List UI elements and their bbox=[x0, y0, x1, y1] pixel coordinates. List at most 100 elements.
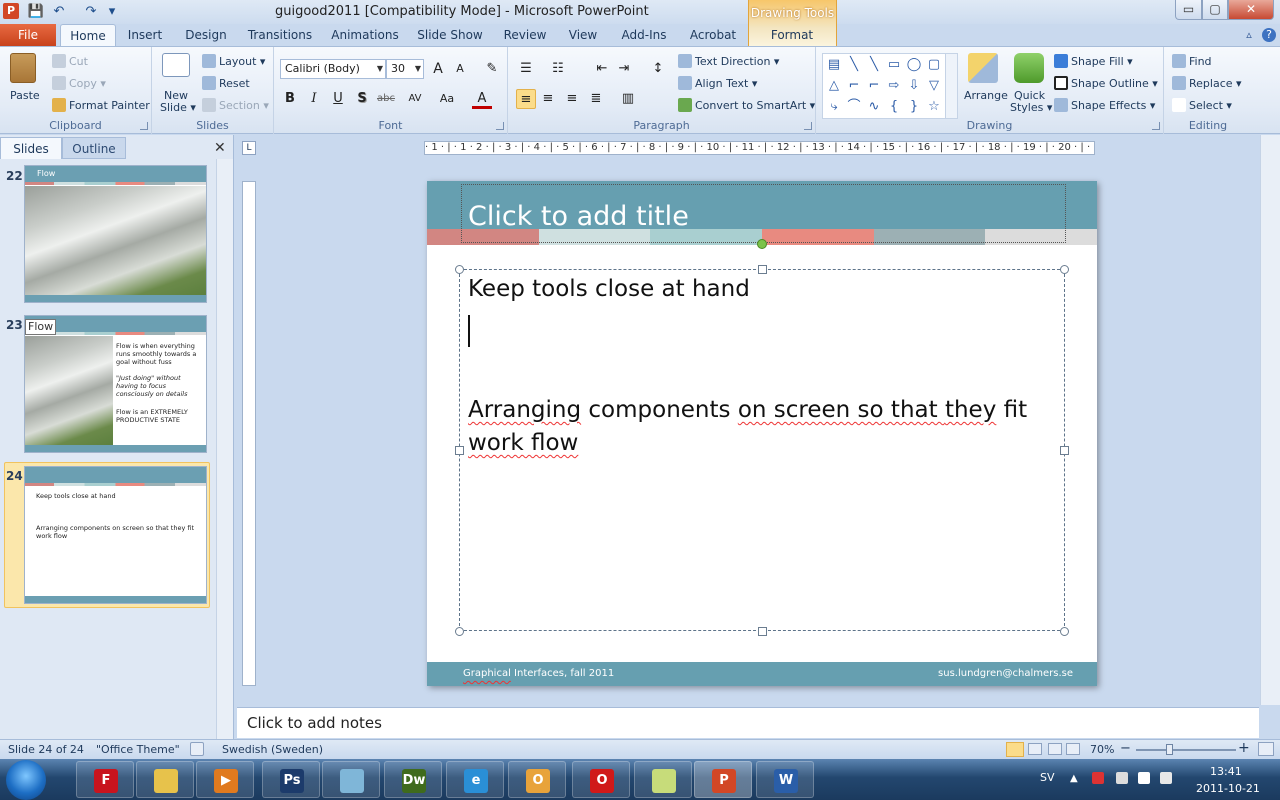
convert-smartart-button[interactable]: Convert to SmartArt ▾ bbox=[678, 98, 815, 112]
drawing-launcher-icon[interactable] bbox=[1152, 122, 1160, 130]
layout-button[interactable]: Layout ▾ bbox=[202, 54, 265, 68]
shape-elbow-arrow-icon[interactable]: ⌐ bbox=[865, 77, 883, 95]
taskbar-opera[interactable]: O bbox=[572, 761, 630, 798]
quick-styles-dropdown[interactable]: Styles ▾ bbox=[1010, 101, 1052, 114]
taskbar-explorer[interactable] bbox=[136, 761, 194, 798]
tab-acrobat[interactable]: Acrobat bbox=[684, 24, 742, 46]
bullets-icon[interactable]: ☰ bbox=[516, 59, 536, 79]
shape-effects-button[interactable]: Shape Effects ▾ bbox=[1054, 98, 1155, 112]
shape-outline-button[interactable]: Shape Outline ▾ bbox=[1054, 76, 1158, 90]
taskbar-sticky-notes[interactable] bbox=[634, 761, 692, 798]
shape-star-icon[interactable]: ☆ bbox=[925, 98, 943, 116]
resize-handle[interactable] bbox=[758, 627, 767, 636]
panel-scrollbar[interactable] bbox=[216, 159, 233, 739]
clear-formatting-icon[interactable]: ✎ bbox=[482, 59, 502, 79]
shape-arrow-line-icon[interactable]: ╲ bbox=[865, 56, 883, 74]
shape-right-brace-icon[interactable]: } bbox=[905, 98, 923, 116]
shape-left-brace-icon[interactable]: { bbox=[885, 98, 903, 116]
taskbar-media-player[interactable]: ▶ bbox=[196, 761, 254, 798]
start-button[interactable] bbox=[6, 760, 46, 800]
close-button[interactable]: ✕ bbox=[1228, 0, 1274, 20]
align-right-icon[interactable]: ≡ bbox=[562, 89, 582, 109]
shrink-font-button[interactable]: A bbox=[450, 59, 470, 79]
tab-add-ins[interactable]: Add-Ins bbox=[614, 24, 674, 46]
resize-handle[interactable] bbox=[1060, 446, 1069, 455]
slide-thumbnail-24[interactable]: Keep tools close at hand Arranging compo… bbox=[24, 466, 207, 604]
paste-button[interactable]: Paste bbox=[10, 89, 40, 102]
resize-handle[interactable] bbox=[1060, 265, 1069, 274]
tab-format[interactable]: Format bbox=[760, 24, 824, 46]
text-direction-button[interactable]: Text Direction ▾ bbox=[678, 54, 779, 68]
taskbar-dreamweaver[interactable]: Dw bbox=[384, 761, 442, 798]
shapes-gallery[interactable]: ▤ ╲ ╲ ▭ ◯ ▢ △ ⌐ ⌐ ⇨ ⇩ ▽ ⤷ ⌒ ∿ { } ☆ bbox=[822, 53, 958, 119]
tab-home[interactable]: Home bbox=[60, 24, 116, 46]
copy-button[interactable]: Copy ▾ bbox=[52, 76, 106, 90]
tab-transitions[interactable]: Transitions bbox=[244, 24, 316, 46]
quick-styles-icon[interactable] bbox=[1014, 53, 1044, 83]
shape-rectangle-icon[interactable]: ▭ bbox=[885, 56, 903, 74]
tray-app-icon[interactable] bbox=[1116, 772, 1128, 784]
misspelled-word[interactable]: Arranging bbox=[468, 397, 581, 423]
align-left-icon[interactable]: ≡ bbox=[516, 89, 536, 109]
new-slide-icon[interactable] bbox=[162, 53, 190, 77]
flag-icon[interactable] bbox=[1138, 772, 1150, 784]
shape-elbow-icon[interactable]: ⌐ bbox=[845, 77, 863, 95]
underline-button[interactable]: U bbox=[328, 89, 348, 109]
replace-button[interactable]: Replace ▾ bbox=[1172, 76, 1242, 90]
fit-to-window-icon[interactable] bbox=[1258, 742, 1274, 756]
grow-font-button[interactable]: A bbox=[428, 59, 448, 79]
title-placeholder[interactable]: Click to add title bbox=[461, 184, 1066, 243]
customize-qat-icon[interactable]: ▾ bbox=[103, 3, 121, 21]
network-icon[interactable] bbox=[1160, 772, 1172, 784]
tab-insert[interactable]: Insert bbox=[120, 24, 170, 46]
minimize-button[interactable]: ▭ bbox=[1175, 0, 1202, 20]
italic-button[interactable]: I bbox=[304, 89, 324, 109]
close-panel-icon[interactable]: ✕ bbox=[214, 140, 226, 156]
slide-thumbnail-23[interactable]: Flow is when everything runs smoothly to… bbox=[24, 315, 207, 453]
theme-name[interactable]: "Office Theme" bbox=[96, 743, 180, 756]
tab-view[interactable]: View bbox=[562, 24, 604, 46]
cut-button[interactable]: Cut bbox=[52, 54, 88, 68]
help-icon[interactable]: ? bbox=[1262, 28, 1276, 42]
taskbar-flash[interactable]: F bbox=[76, 761, 134, 798]
main-scrollbar[interactable] bbox=[1260, 135, 1280, 705]
shape-wave-icon[interactable]: ∿ bbox=[865, 98, 883, 116]
zoom-level[interactable]: 70% bbox=[1090, 743, 1114, 756]
font-color-button[interactable]: A bbox=[472, 89, 492, 109]
clock-time[interactable]: 13:41 bbox=[1210, 765, 1242, 778]
taskbar-photoshop[interactable]: Ps bbox=[262, 761, 320, 798]
reset-button[interactable]: Reset bbox=[202, 76, 250, 90]
font-family-select[interactable]: Calibri (Body) ▼ bbox=[280, 59, 386, 79]
shape-fill-button[interactable]: Shape Fill ▾ bbox=[1054, 54, 1133, 68]
slide-sorter-icon[interactable] bbox=[1028, 743, 1042, 755]
horizontal-ruler[interactable]: · 1 · | · 1 · 2 · | · 3 · | · 4 · | · 5 … bbox=[424, 141, 1095, 155]
select-button[interactable]: Select ▾ bbox=[1172, 98, 1232, 112]
taskbar-app[interactable] bbox=[322, 761, 380, 798]
slideshow-icon[interactable] bbox=[1066, 743, 1080, 755]
format-painter-button[interactable]: Format Painter bbox=[52, 98, 150, 112]
font-launcher-icon[interactable] bbox=[496, 122, 504, 130]
tab-file[interactable]: File bbox=[0, 24, 56, 46]
shape-curved-arrow-icon[interactable]: ⤷ bbox=[825, 98, 843, 116]
align-center-icon[interactable]: ≡ bbox=[538, 89, 558, 109]
resize-handle[interactable] bbox=[455, 627, 464, 636]
input-language[interactable]: SV bbox=[1040, 771, 1055, 784]
font-size-select[interactable]: 30 ▼ bbox=[386, 59, 424, 79]
shape-down-arrow-icon[interactable]: ⇩ bbox=[905, 77, 923, 95]
misspelled-word[interactable]: they bbox=[945, 397, 996, 423]
shape-right-arrow-icon[interactable]: ⇨ bbox=[885, 77, 903, 95]
resize-handle[interactable] bbox=[758, 265, 767, 274]
zoom-out-icon[interactable]: − bbox=[1120, 741, 1131, 756]
show-hidden-icons-icon[interactable]: ▲ bbox=[1070, 773, 1078, 784]
shape-line-icon[interactable]: ╲ bbox=[845, 56, 863, 74]
shape-rounded-rect-icon[interactable]: ▢ bbox=[925, 56, 943, 74]
save-icon[interactable]: 💾 bbox=[27, 3, 45, 21]
normal-view-icon[interactable] bbox=[1006, 742, 1024, 757]
undo-icon[interactable]: ↶ bbox=[50, 3, 68, 21]
shape-arc-icon[interactable]: ⌒ bbox=[845, 98, 863, 116]
taskbar-outlook[interactable]: O bbox=[508, 761, 566, 798]
paste-icon[interactable] bbox=[10, 53, 36, 83]
clock-date[interactable]: 2011-10-21 bbox=[1196, 782, 1260, 795]
zoom-in-icon[interactable]: + bbox=[1238, 740, 1250, 756]
redo-icon[interactable]: ↷ bbox=[82, 3, 100, 21]
